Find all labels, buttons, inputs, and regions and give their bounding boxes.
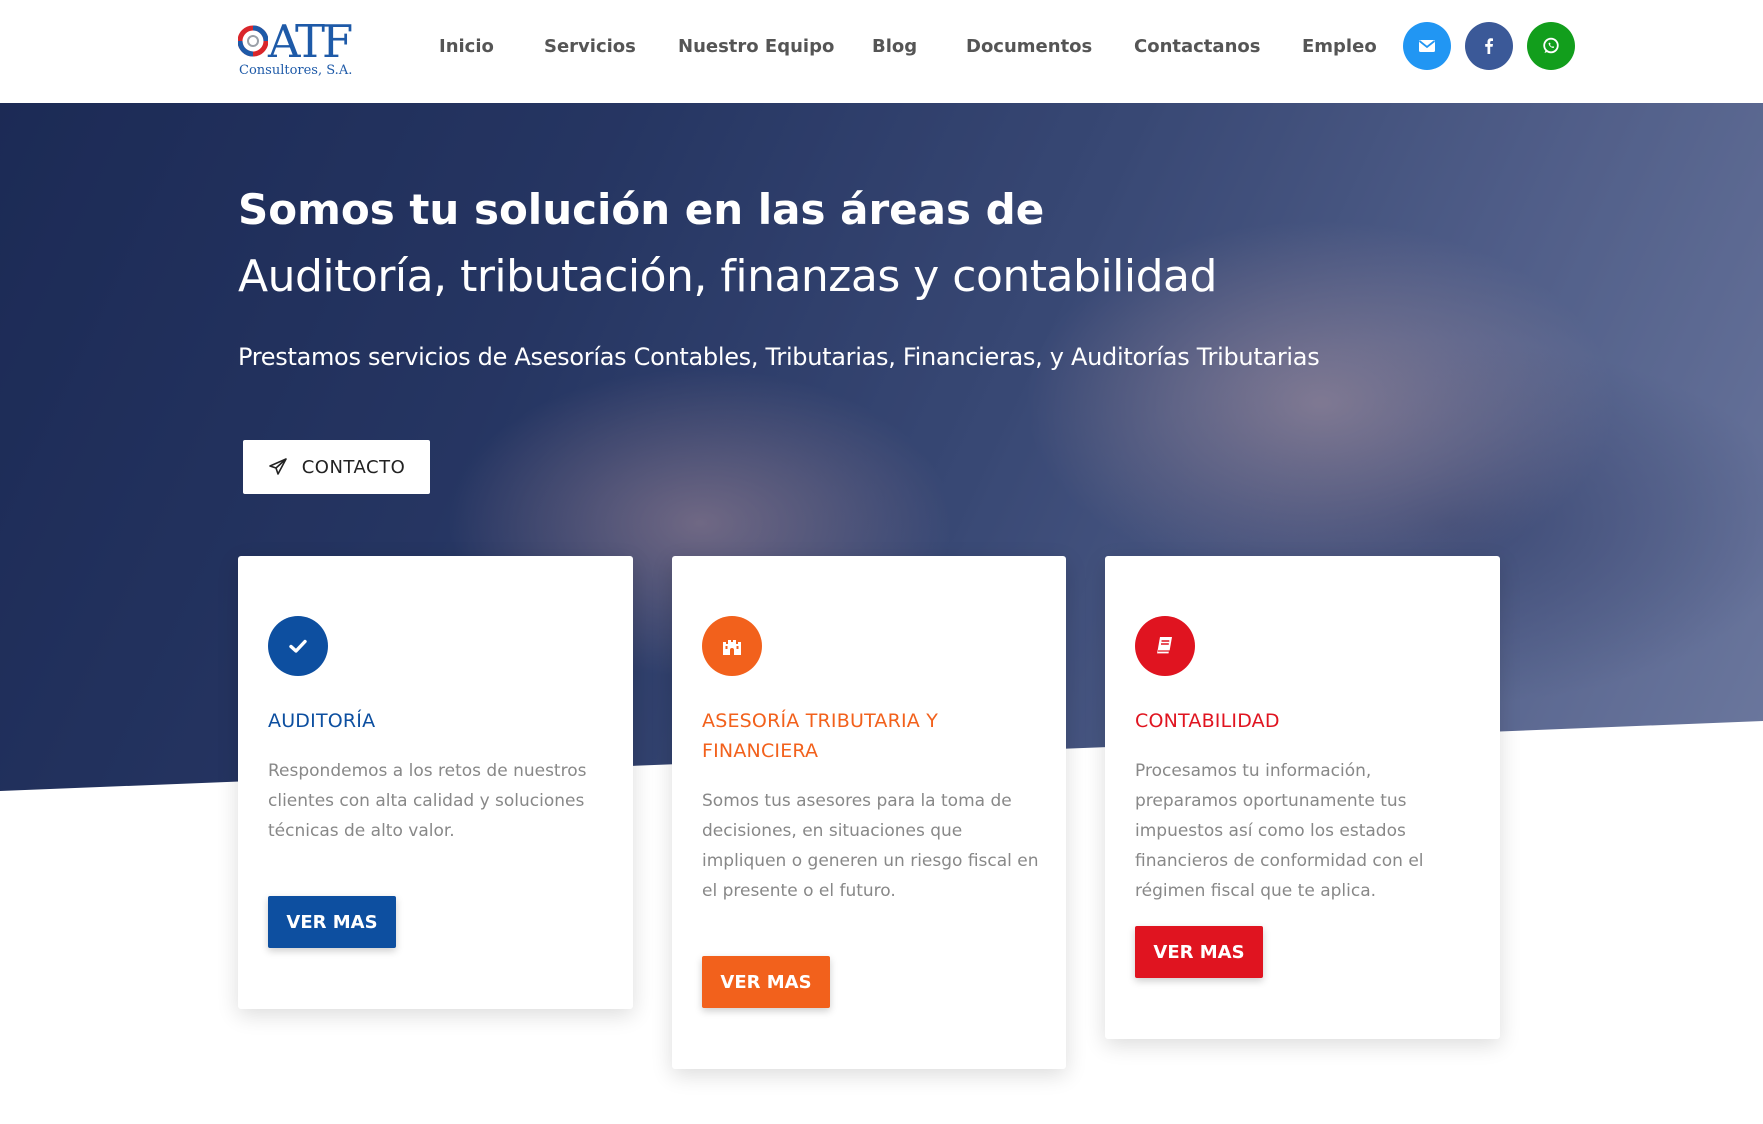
whatsapp-button[interactable]	[1527, 22, 1575, 70]
ver-mas-button[interactable]: VER MAS	[702, 956, 830, 1008]
check-icon	[289, 639, 307, 653]
facebook-button[interactable]	[1465, 22, 1513, 70]
card-title: AUDITORÍA	[268, 710, 376, 732]
castle-icon	[723, 640, 741, 655]
nav-item-nuestro-equipo[interactable]: Nuestro Equipo	[678, 36, 834, 57]
card-description: Respondemos a los retos de nuestros clie…	[268, 761, 587, 841]
logo-emblem-icon	[238, 25, 268, 57]
card-description: Procesamos tu información, preparamos op…	[1135, 761, 1424, 901]
service-card-asesoria: ASESORÍA TRIBUTARIA Y FINANCIERA Somos t…	[672, 556, 1066, 1069]
ver-mas-button[interactable]: VER MAS	[268, 896, 396, 948]
facebook-icon	[1485, 38, 1493, 54]
card-title: ASESORÍA TRIBUTARIA Y FINANCIERA	[702, 710, 939, 762]
logo-wordmark: ATF	[268, 15, 353, 68]
email-button[interactable]	[1403, 22, 1451, 70]
card-title: CONTABILIDAD	[1135, 710, 1280, 732]
hero-subtitle: Auditoría, tributación, finanzas y conta…	[238, 251, 1217, 302]
hero-title: Somos tu solución en las áreas de	[238, 185, 1045, 234]
site-header: ATF Consultores, S.A. Inicio Servicios N…	[0, 0, 1763, 103]
service-card-contabilidad: CONTABILIDAD Procesamos tu información, …	[1105, 556, 1500, 1039]
nav-item-servicios[interactable]: Servicios	[544, 36, 636, 57]
contact-button-label: CONTACTO	[301, 456, 406, 478]
paper-plane-icon	[268, 458, 287, 475]
envelope-icon	[1418, 40, 1436, 52]
logo-subtext: Consultores, S.A.	[239, 63, 353, 78]
service-card-auditoria: AUDITORÍA Respondemos a los retos de nue…	[238, 556, 633, 1009]
ver-mas-button[interactable]: VER MAS	[1135, 926, 1263, 978]
nav-item-empleo[interactable]: Empleo	[1302, 36, 1377, 57]
nav-item-blog[interactable]: Blog	[872, 36, 917, 57]
card-icon-badge	[268, 616, 328, 676]
whatsapp-icon	[1543, 37, 1559, 54]
card-description: Somos tus asesores para la toma de decis…	[702, 791, 1039, 901]
nav-item-inicio[interactable]: Inicio	[439, 36, 494, 57]
book-icon	[1157, 637, 1172, 655]
nav-item-contactanos[interactable]: Contactanos	[1134, 36, 1260, 57]
card-icon-badge	[1135, 616, 1195, 676]
hero-description: Prestamos servicios de Asesorías Contabl…	[238, 343, 1320, 371]
contact-button[interactable]: CONTACTO	[243, 440, 430, 494]
atf-logo[interactable]: ATF Consultores, S.A.	[236, 16, 361, 82]
nav-item-documentos[interactable]: Documentos	[966, 36, 1092, 57]
card-icon-badge	[702, 616, 762, 676]
